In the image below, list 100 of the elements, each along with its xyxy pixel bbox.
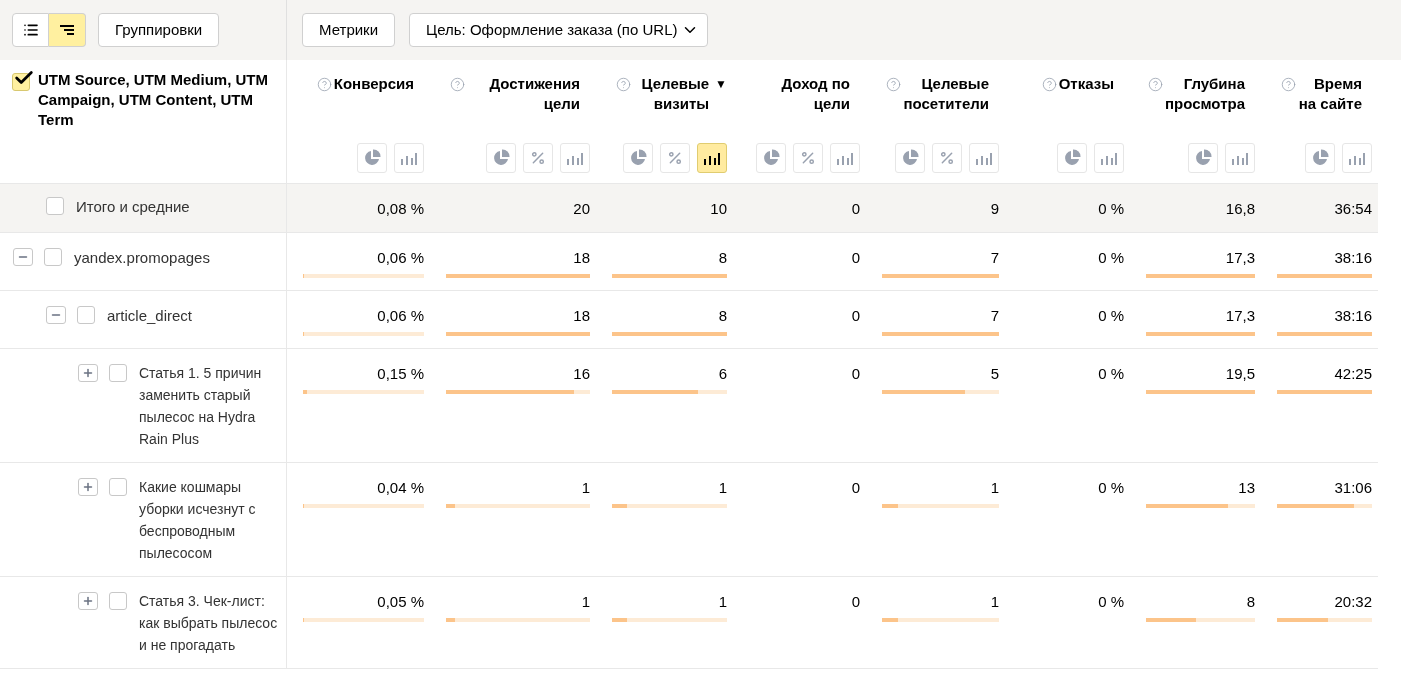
plus-icon [82,595,94,607]
pie-chart-icon [1194,149,1212,167]
metric-value: 7 [990,306,999,326]
metric-value: 8 [718,306,727,326]
groupings-button[interactable]: Группировки [98,13,220,47]
pie-chart-icon [1311,149,1329,167]
metric-value: 10 [710,199,727,219]
metric-value: 1 [581,478,590,498]
metric-value: 0 % [1098,248,1124,268]
metric-value: 8 [718,248,727,268]
metric-value: 16,8 [1225,199,1255,219]
row-label: Статья 3. Чек-лист: как выбрать пылесос и не прогадать [139,592,278,655]
metric-value: 19,5 [1225,364,1255,384]
percent-icon [800,150,816,166]
metric-value: 9 [990,199,999,219]
expand-toggle[interactable] [13,248,33,266]
metric-value: 0,05 % [377,592,424,612]
metric-value: 13 [1238,478,1255,498]
bar-chart-icon [1348,151,1366,165]
column-header[interactable]: Конверсия [333,74,414,94]
metric-value: 0,15 % [377,364,424,384]
help-icon[interactable] [616,77,631,92]
metric-value: 0 % [1098,364,1124,384]
metric-value: 6 [718,364,727,384]
view-mode-button[interactable] [12,13,49,47]
percent-icon [667,150,683,166]
metric-value: 0,08 % [377,199,424,219]
metric-value: 0,06 % [377,248,424,268]
help-icon[interactable] [316,77,332,92]
metric-value: 0 [851,478,860,498]
metric-value: 0 % [1098,199,1124,219]
column-header[interactable]: Отказы [1058,74,1114,94]
bar-chart-icon [975,151,993,165]
bar-chart-icon [703,151,721,165]
metric-value: 1 [990,478,999,498]
row-label: article_direct [107,306,193,326]
pie-chart-icon [629,149,647,167]
column-header[interactable]: Целевые визиты [633,74,710,114]
checkbox[interactable] [12,73,30,92]
bar-chart-icon [400,151,418,165]
metric-value: 0 % [1098,592,1124,612]
percent-icon [939,150,955,166]
column-header[interactable]: Время на сайте [1298,74,1362,114]
metrics-button[interactable]: Метрики [302,13,396,47]
metric-value: 31:06 [1334,478,1372,498]
help-icon[interactable] [450,77,465,92]
metric-value: 0 [851,199,860,219]
pie-chart-icon [1063,149,1081,167]
metric-value: 20:32 [1334,592,1372,612]
expand-toggle[interactable] [46,306,66,324]
metric-value: 0,04 % [377,478,424,498]
pie-chart-icon [762,149,780,167]
goal-dropdown[interactable]: Цель: Оформление заказа (по URL) [409,13,709,47]
column-header[interactable]: Глубина просмотра [1164,74,1245,114]
pie-chart-icon [901,149,919,167]
metric-value: 17,3 [1225,248,1255,268]
row-label: Какие кошмары уборки исчезнут с беспроводным пылесосом [139,478,257,563]
checkbox[interactable] [46,197,64,215]
checkbox[interactable] [77,306,95,324]
bar-chart-icon [1231,151,1249,165]
checkbox[interactable] [44,248,62,266]
view-mode-button[interactable] [49,13,86,47]
metric-value: 38:16 [1334,248,1372,268]
tree-list-icon [60,24,74,36]
sort-indicator[interactable]: ▼ [715,74,727,94]
metric-value: 1 [718,592,727,612]
help-icon[interactable] [1147,77,1163,92]
metric-value: 17,3 [1225,306,1255,326]
plus-icon [82,367,94,379]
column-header[interactable]: Целевые посетители [903,74,989,114]
row-label: yandex.promopages [74,248,210,268]
metric-value: 18 [573,248,590,268]
bar-chart-icon [566,151,584,165]
help-icon[interactable] [886,77,901,92]
bar-chart-icon [1100,151,1118,165]
help-icon[interactable] [1281,77,1296,92]
metric-value: 0 [851,364,860,384]
expand-toggle[interactable] [78,592,98,610]
metric-value: 0 % [1098,478,1124,498]
metric-value: 38:16 [1334,306,1372,326]
metric-value: 0 [851,592,860,612]
metric-value: 1 [990,592,999,612]
metric-value: 36:54 [1334,199,1372,219]
checkbox[interactable] [109,592,127,610]
metric-value: 7 [990,248,999,268]
expand-toggle[interactable] [78,364,98,382]
pie-chart-icon [492,149,510,167]
help-icon[interactable] [1041,77,1057,92]
total-row-label: Итого и средние [76,197,190,217]
metric-value: 0 [851,306,860,326]
metric-value: 5 [990,364,999,384]
expand-toggle[interactable] [78,478,98,496]
row-label: Статья 1. 5 причин заменить старый пылесос на Hydra Rain Plus [139,364,263,449]
chart-view-button[interactable] [697,143,727,173]
checkbox[interactable] [109,478,127,496]
column-header[interactable]: Доход по цели [753,74,850,114]
checkbox[interactable] [109,364,127,382]
metric-value: 20 [573,199,590,219]
metric-value: 8 [1246,592,1255,612]
column-header[interactable]: Достижения цели [467,74,580,114]
